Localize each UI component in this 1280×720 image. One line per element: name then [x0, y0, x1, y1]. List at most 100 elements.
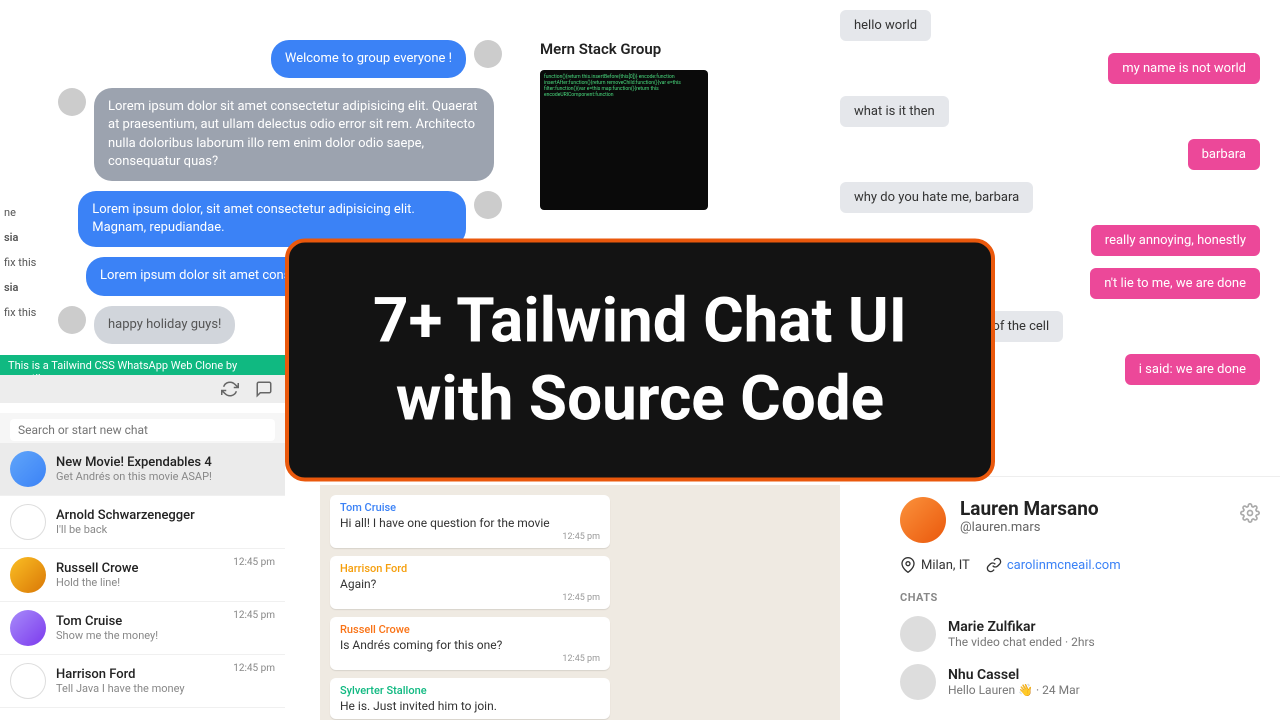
wa-message: Harrison Ford Again? 12:45 pm [330, 556, 610, 609]
avatar [10, 557, 46, 593]
wa-message: Tom Cruise Hi all! I have one question f… [330, 495, 610, 548]
avatar [58, 88, 86, 116]
wa-time: 12:45 pm [340, 532, 600, 542]
location-text: Milan, IT [921, 558, 970, 573]
gear-icon[interactable] [1240, 503, 1260, 523]
link-item[interactable]: carolinmcneail.com [986, 557, 1121, 573]
snippet-item: fix this [0, 250, 45, 275]
group-title: Mern Stack Group [540, 40, 710, 58]
contact-name: Arnold Schwarzenegger [56, 508, 195, 523]
contact-item[interactable]: Harrison FordTell Java I have the money … [0, 655, 285, 708]
wa-message: Russell Crowe Is Andrés coming for this … [330, 617, 610, 670]
chat-name: Marie Zulfikar [948, 619, 1095, 635]
message-bubble: my name is not world [1108, 53, 1260, 84]
search-input[interactable] [10, 419, 275, 441]
message-bubble: i said: we are done [1125, 354, 1260, 385]
avatar [58, 306, 86, 334]
avatar [474, 40, 502, 68]
contact-preview: I'll be back [56, 523, 195, 536]
wa-time: 12:45 pm [340, 654, 600, 664]
wa-sender: Russell Crowe [340, 623, 600, 636]
message-bubble: n't lie to me, we are done [1090, 268, 1260, 299]
message-row: Lorem ipsum dolor sit amet consectetur a… [50, 88, 510, 181]
overlay-title: 7+ Tailwind Chat UI with Source Code [349, 283, 931, 438]
wa-search-bar [0, 413, 285, 447]
contact-preview: Get Andrés on this movie ASAP! [56, 470, 212, 483]
avatar [474, 191, 502, 219]
contact-name: Tom Cruise [56, 614, 158, 629]
profile-name: Lauren Marsano [960, 497, 1099, 520]
contact-item[interactable]: New Movie! Expendables 4Get Andrés on th… [0, 443, 285, 496]
pink-message-row: hello world [820, 10, 1280, 41]
chat-sub: The video chat ended · 2hrs [948, 635, 1095, 649]
location-icon [900, 557, 916, 573]
wa-message: Sylverter Stallone He is. Just invited h… [330, 678, 610, 719]
wa-text: Again? [340, 577, 600, 591]
message-bubble: happy holiday guys! [94, 306, 235, 344]
location-item: Milan, IT [900, 557, 970, 573]
avatar [10, 504, 46, 540]
contact-name: Russell Crowe [56, 561, 139, 576]
message-row: Welcome to group everyone ! [50, 40, 510, 78]
profile-avatar [900, 497, 946, 543]
pink-message-row: why do you hate me, barbara [820, 182, 1280, 213]
message-bubble: Lorem ipsum dolor sit amet consectetur a… [94, 88, 494, 181]
avatar [900, 664, 936, 700]
snippet-item: sia [0, 225, 45, 250]
wa-text: He is. Just invited him to join. [340, 699, 600, 713]
group-info-sidebar: Mern Stack Group function(){return this.… [530, 30, 720, 220]
avatar [10, 663, 46, 699]
refresh-icon[interactable] [221, 380, 239, 398]
contact-preview: Tell Java I have the money [56, 682, 185, 695]
profile-header: Lauren Marsano @lauren.mars [900, 497, 1260, 543]
wa-time: 12:45 pm [340, 593, 600, 603]
title-overlay: 7+ Tailwind Chat UI with Source Code [285, 239, 995, 482]
pink-message-row: my name is not world [820, 53, 1280, 84]
chat-list-item[interactable]: Nhu CasselHello Lauren 👋 · 24 Mar [900, 664, 1260, 700]
message-bubble: hello world [840, 10, 931, 41]
profile-meta: Milan, IT carolinmcneail.com [900, 557, 1260, 573]
chat-list-item[interactable]: Marie ZulfikarThe video chat ended · 2hr… [900, 616, 1260, 652]
snippet-item: sia [0, 275, 45, 300]
contact-preview: Show me the money! [56, 629, 158, 642]
pink-message-row: barbara [820, 139, 1280, 170]
left-sidebar-snippet: ne sia fix this sia fix this [0, 200, 45, 325]
message-bubble: why do you hate me, barbara [840, 182, 1033, 213]
message-bubble: what is it then [840, 96, 949, 127]
group-image: function(){return this.insertBefore(this… [540, 70, 708, 210]
message-bubble: really annoying, honestly [1091, 225, 1260, 256]
avatar [10, 451, 46, 487]
wa-chat-area: Tom Cruise Hi all! I have one question f… [320, 485, 840, 720]
wa-sender: Harrison Ford [340, 562, 600, 575]
contact-time: 12:45 pm [233, 610, 275, 621]
wa-sender: Tom Cruise [340, 501, 600, 514]
contact-item[interactable]: Tom CruiseShow me the money! 12:45 pm [0, 602, 285, 655]
contact-name: New Movie! Expendables 4 [56, 455, 212, 470]
wa-sender: Sylverter Stallone [340, 684, 600, 697]
wa-contact-list: New Movie! Expendables 4Get Andrés on th… [0, 443, 285, 708]
wa-text: Is Andrés coming for this one? [340, 638, 600, 652]
chats-label: CHATS [900, 591, 1260, 604]
contact-preview: Hold the line! [56, 576, 139, 589]
profile-handle: @lauren.mars [960, 520, 1099, 535]
wa-header [0, 375, 285, 403]
message-bubble: barbara [1188, 139, 1260, 170]
link-text: carolinmcneail.com [1007, 558, 1121, 573]
chat-icon[interactable] [255, 380, 273, 398]
contact-item[interactable]: Arnold SchwarzeneggerI'll be back [0, 496, 285, 549]
avatar [10, 610, 46, 646]
contact-time: 12:45 pm [233, 663, 275, 674]
contact-name: Harrison Ford [56, 667, 185, 682]
contact-time: 12:45 pm [233, 557, 275, 568]
link-icon [986, 557, 1002, 573]
wa-text: Hi all! I have one question for the movi… [340, 516, 600, 530]
avatar [900, 616, 936, 652]
contact-item[interactable]: Russell CroweHold the line! 12:45 pm [0, 549, 285, 602]
message-bubble: Welcome to group everyone ! [271, 40, 466, 78]
chat-name: Nhu Cassel [948, 667, 1080, 683]
chat-sub: Hello Lauren 👋 · 24 Mar [948, 683, 1080, 697]
profile-card: Lauren Marsano @lauren.mars Milan, IT ca… [880, 476, 1280, 720]
snippet-item: fix this [0, 300, 45, 325]
pink-message-row: what is it then [820, 96, 1280, 127]
snippet-item: ne [0, 200, 45, 225]
